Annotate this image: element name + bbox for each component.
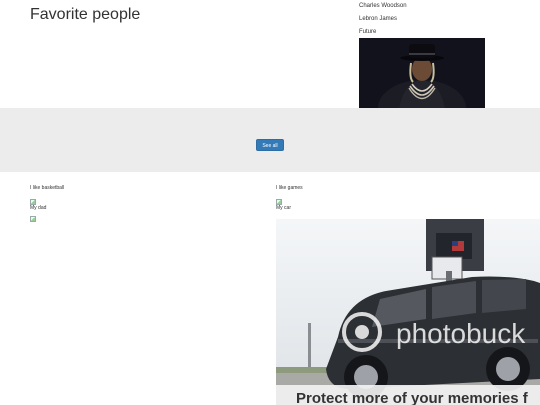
column-heading: I like games [276, 185, 303, 191]
broken-image-icon [30, 216, 36, 222]
image-caption: My dad [30, 205, 47, 211]
people-list: Charles Woodson Lebron James Future [359, 0, 407, 39]
basketball-column: I like basketball My dad [30, 182, 64, 222]
svg-text:Protect more of your memories: Protect more of your memories f [296, 390, 529, 405]
svg-text:photobuck: photobuck [396, 318, 526, 349]
column-heading: I like basketball [30, 185, 65, 191]
car-photo: photobuck Protect more of your memories … [276, 219, 540, 405]
page-title: Favorite people [30, 6, 141, 23]
image-caption: My car [276, 205, 291, 211]
person-name: Lebron James [359, 16, 398, 22]
person-name: Charles Woodson [359, 3, 407, 9]
portrait-image [359, 38, 485, 109]
games-column: I like games My car [276, 182, 303, 211]
see-all-button[interactable]: See all [256, 139, 284, 151]
person-photo [359, 38, 485, 109]
car-image: photobuck Protect more of your memories … [276, 219, 540, 405]
